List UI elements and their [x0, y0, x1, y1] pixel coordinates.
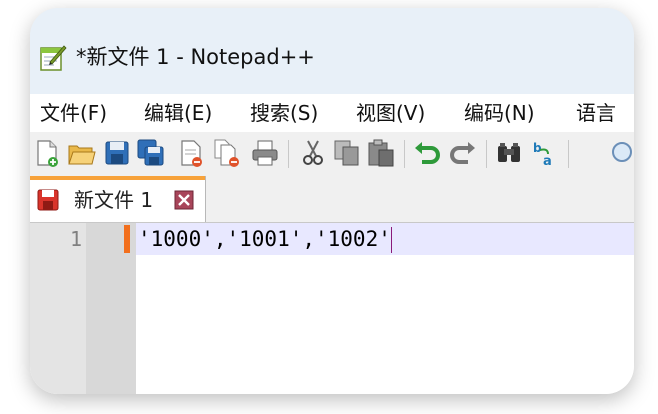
line-number: 1: [69, 227, 82, 251]
toolbar-separator: [486, 140, 487, 168]
menu-bar: 文件(F) 编辑(E) 搜索(S) 视图(V) 编码(N) 语言: [30, 94, 634, 132]
editor[interactable]: 1 '1000','1001','1002': [30, 223, 634, 394]
code-text: '1000','1001','1002': [138, 227, 391, 251]
toolbar-separator: [288, 140, 289, 168]
fold-margin: [86, 223, 136, 394]
close-all-icon[interactable]: [212, 138, 242, 168]
notepad-plus-plus-icon: [40, 45, 67, 71]
menu-file[interactable]: 文件(F): [40, 94, 107, 132]
replace-icon[interactable]: b a: [530, 138, 560, 168]
title-bar: *新文件 1 - Notepad++: [30, 8, 634, 94]
code-line[interactable]: '1000','1001','1002': [138, 223, 392, 255]
toolbar-separator: [404, 140, 405, 168]
notepad-window: *新文件 1 - Notepad++ 文件(F) 编辑(E) 搜索(S) 视图(…: [30, 8, 634, 394]
tab-close-icon[interactable]: [174, 190, 194, 210]
new-file-icon[interactable]: [32, 138, 62, 168]
redo-icon[interactable]: [448, 138, 478, 168]
save-icon[interactable]: [102, 138, 132, 168]
undo-icon[interactable]: [412, 138, 442, 168]
close-file-icon[interactable]: [176, 138, 206, 168]
toolbar: b a: [30, 132, 634, 176]
menu-language[interactable]: 语言: [576, 94, 616, 132]
open-file-icon[interactable]: [66, 138, 96, 168]
cut-icon[interactable]: [298, 138, 328, 168]
menu-search[interactable]: 搜索(S): [250, 94, 318, 132]
svg-text:b: b: [533, 141, 542, 155]
toolbar-separator: [568, 140, 569, 168]
paste-icon[interactable]: [366, 138, 396, 168]
svg-text:a: a: [543, 154, 552, 168]
find-icon[interactable]: [494, 138, 524, 168]
menu-edit[interactable]: 编辑(E): [144, 94, 212, 132]
unsaved-file-icon: [37, 189, 59, 211]
change-history-marker: [124, 225, 130, 253]
text-caret: [390, 227, 392, 253]
zoom-icon[interactable]: [608, 138, 634, 168]
print-icon[interactable]: [250, 138, 280, 168]
tab-bar: 新文件 1: [30, 176, 634, 223]
active-tab-indicator: [30, 176, 205, 180]
menu-encoding[interactable]: 编码(N): [464, 94, 535, 132]
menu-view[interactable]: 视图(V): [356, 94, 425, 132]
copy-icon[interactable]: [332, 138, 362, 168]
tab-new-file-1[interactable]: 新文件 1: [30, 176, 206, 222]
line-number-gutter: 1: [30, 223, 86, 394]
save-all-icon[interactable]: [136, 138, 166, 168]
window-title: *新文件 1 - Notepad++: [76, 45, 315, 69]
tab-label: 新文件 1: [74, 188, 154, 212]
